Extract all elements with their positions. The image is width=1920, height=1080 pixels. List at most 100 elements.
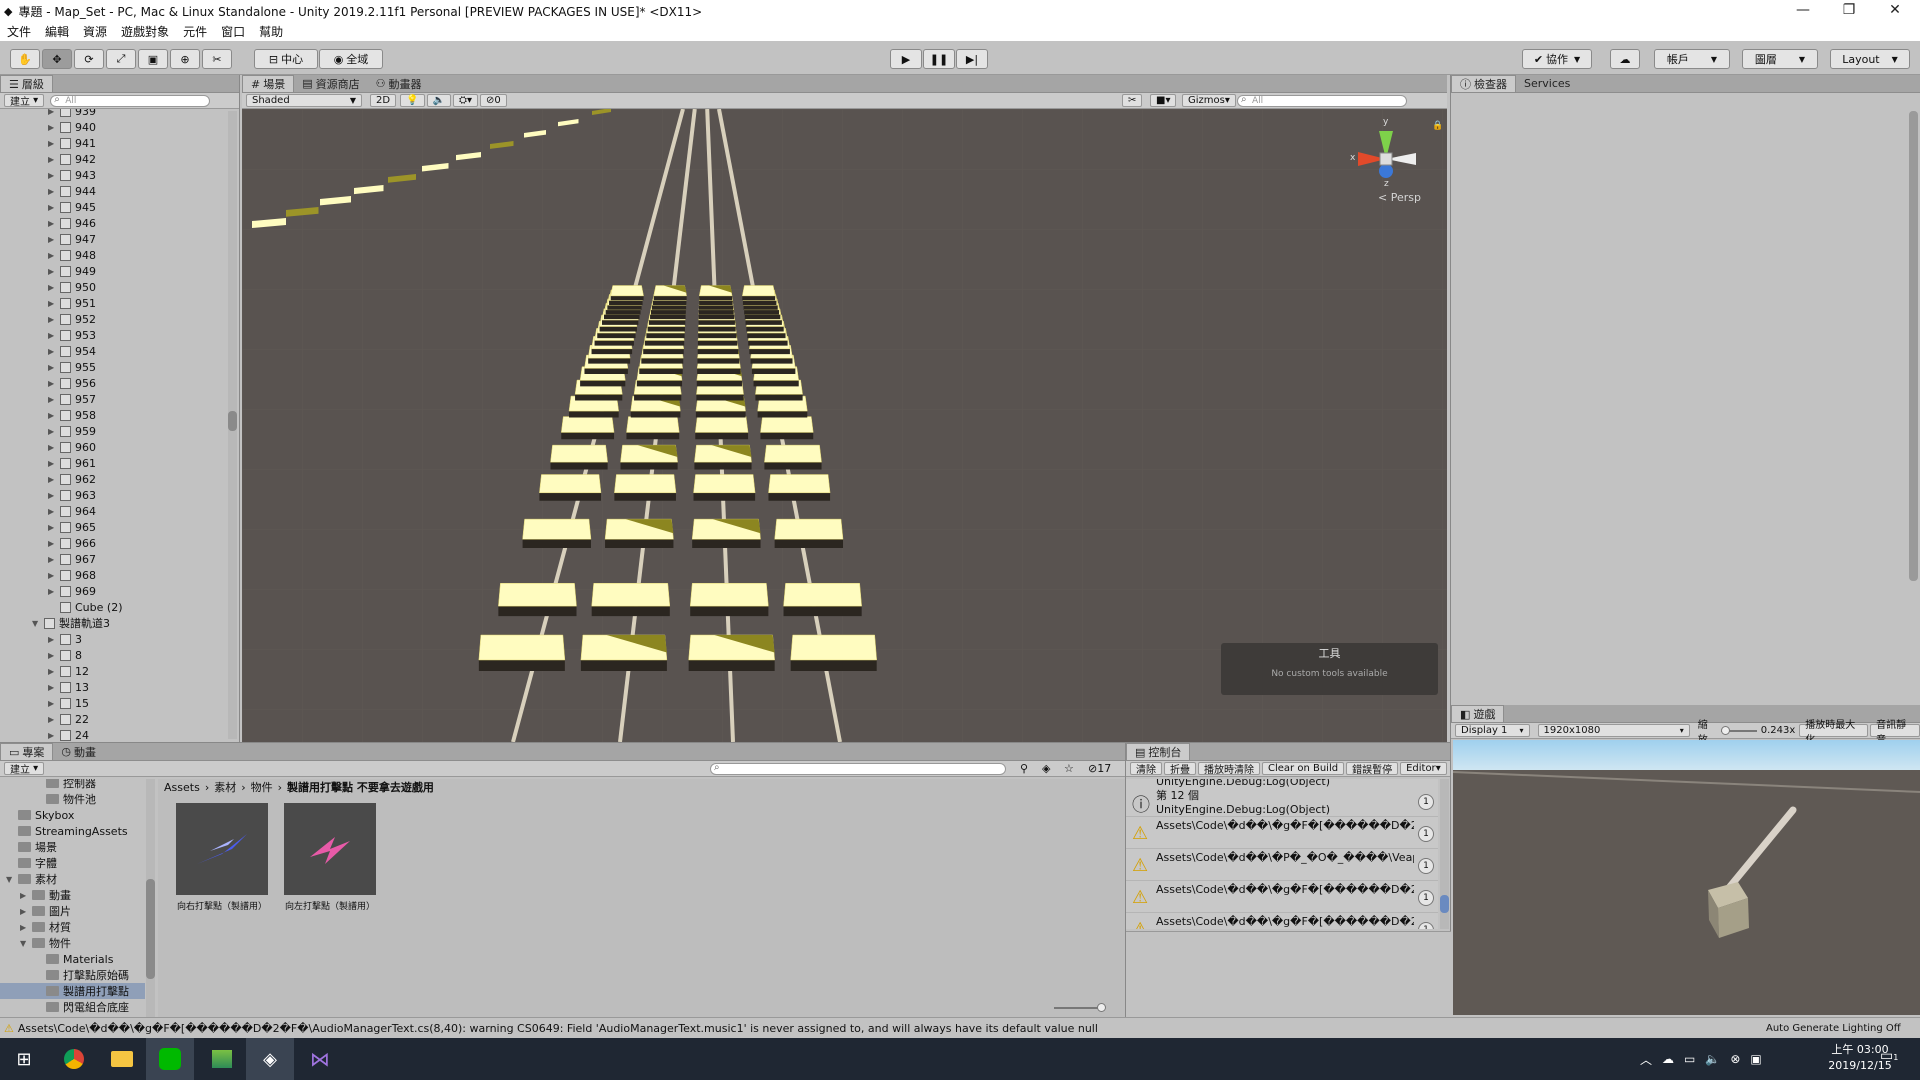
- project-create-dropdown[interactable]: 建立 ▾: [4, 762, 45, 776]
- hierarchy-item[interactable]: ▶ 941: [48, 135, 96, 151]
- console-entry[interactable]: ⓘ 第 12 個 UnityEngine.Debug:Log(Object) 1: [1126, 785, 1438, 817]
- collapsed-arrow-icon[interactable]: ▶: [48, 715, 58, 724]
- hierarchy-item[interactable]: ▶ 962: [48, 471, 96, 487]
- collapsed-arrow-icon[interactable]: ▶: [48, 459, 58, 468]
- hierarchy-item[interactable]: ▶ 15: [48, 695, 89, 711]
- account-dropdown[interactable]: 帳戶 ▼: [1654, 49, 1730, 69]
- pause-button[interactable]: ❚❚: [923, 49, 955, 69]
- hierarchy-item[interactable]: ▶ 965: [48, 519, 96, 535]
- project-folder[interactable]: ▼ 素材: [0, 871, 145, 887]
- hierarchy-item[interactable]: ▶ 951: [48, 295, 96, 311]
- hierarchy-item[interactable]: ▶ 942: [48, 151, 96, 167]
- display-dropdown[interactable]: Display 1 ▾: [1455, 724, 1530, 737]
- breadcrumb-assets[interactable]: Assets: [164, 781, 200, 794]
- hierarchy-item[interactable]: ▶ 3: [48, 631, 82, 647]
- visual-studio-taskbar-button[interactable]: ⋈: [296, 1038, 344, 1080]
- menu-component[interactable]: 元件: [176, 23, 214, 40]
- collapsed-arrow-icon[interactable]: ▶: [48, 539, 58, 548]
- ime-icon[interactable]: ▣: [1750, 1052, 1761, 1066]
- tray-expand-icon[interactable]: ︿: [1640, 1051, 1652, 1068]
- hierarchy-search[interactable]: All: [50, 94, 211, 107]
- collapsed-arrow-icon[interactable]: ▶: [48, 363, 58, 372]
- tab-game[interactable]: ◧ 遊戲: [1451, 705, 1505, 722]
- tab-project[interactable]: ▭ 專案: [0, 743, 54, 760]
- hierarchy-item[interactable]: ▶ 969: [48, 583, 96, 599]
- collapsed-arrow-icon[interactable]: ▶: [48, 267, 58, 276]
- hierarchy-item[interactable]: ▶ 960: [48, 439, 96, 455]
- collapsed-arrow-icon[interactable]: ▶: [48, 109, 58, 116]
- collapsed-arrow-icon[interactable]: ▶: [48, 443, 58, 452]
- hidden-packages-icon[interactable]: ⊘17: [1088, 762, 1111, 775]
- expand-arrow-icon[interactable]: ▼: [6, 875, 16, 884]
- tab-animation[interactable]: ◷ 動畫: [53, 743, 104, 760]
- menu-help[interactable]: 幫助: [252, 23, 290, 40]
- hierarchy-item[interactable]: ▶ 963: [48, 487, 96, 503]
- clear-button[interactable]: 清除: [1130, 762, 1162, 776]
- hierarchy-item[interactable]: ▶ 24: [48, 727, 89, 742]
- hierarchy-item[interactable]: ▶ 22: [48, 711, 89, 727]
- hierarchy-item[interactable]: ▶ 946: [48, 215, 96, 231]
- collapsed-arrow-icon[interactable]: ▶: [48, 331, 58, 340]
- close-button[interactable]: ✕: [1872, 0, 1918, 22]
- hierarchy-scrollbar[interactable]: [228, 111, 237, 739]
- collapsed-arrow-icon[interactable]: ▶: [48, 427, 58, 436]
- collapsed-arrow-icon[interactable]: ▶: [48, 555, 58, 564]
- hidden-objects-toggle[interactable]: ⊘ 0: [480, 94, 507, 107]
- tab-hierarchy[interactable]: ☰ 層級: [0, 75, 53, 92]
- inspector-scrollbar[interactable]: [1909, 111, 1918, 581]
- collapsed-arrow-icon[interactable]: ▶: [48, 731, 58, 740]
- minimize-button[interactable]: —: [1780, 0, 1826, 22]
- tab-inspector[interactable]: ⓘ 檢查器: [1451, 75, 1516, 92]
- collapsed-arrow-icon[interactable]: ▶: [48, 123, 58, 132]
- collapsed-arrow-icon[interactable]: ▶: [48, 699, 58, 708]
- hierarchy-item[interactable]: ▶ 952: [48, 311, 96, 327]
- hierarchy-item[interactable]: ▶ 950: [48, 279, 96, 295]
- hierarchy-item[interactable]: ▶ 955: [48, 359, 96, 375]
- game-viewport[interactable]: [1453, 740, 1920, 1015]
- chrome-taskbar-button[interactable]: [50, 1038, 98, 1080]
- collapsed-arrow-icon[interactable]: ▶: [48, 315, 58, 324]
- project-folder[interactable]: ▶ 材質: [0, 919, 145, 935]
- icon-size-slider[interactable]: [1054, 1003, 1106, 1012]
- collapsed-arrow-icon[interactable]: ▶: [48, 571, 58, 580]
- collapsed-arrow-icon[interactable]: ▶: [48, 347, 58, 356]
- transform-tool-button[interactable]: ⊕: [170, 49, 200, 69]
- hierarchy-item[interactable]: ▶ 940: [48, 119, 96, 135]
- global-toggle[interactable]: ◉ 全域: [319, 49, 383, 69]
- console-entry[interactable]: ⚠ Assets\Code\�d��\�g�F�[������D�2 1: [1126, 913, 1438, 929]
- menu-gameobject[interactable]: 遊戲對象: [114, 23, 176, 40]
- hierarchy-item[interactable]: ▼ 製譜軌道3: [32, 615, 110, 631]
- project-folder[interactable]: ▼ 物件: [0, 935, 145, 951]
- hierarchy-item[interactable]: ▶ 966: [48, 535, 96, 551]
- collab-dropdown[interactable]: ✔ 協作 ▼: [1522, 49, 1592, 69]
- notification-button[interactable]: ▭1: [1880, 1048, 1898, 1064]
- audio-toggle[interactable]: 🔈: [426, 94, 451, 107]
- collapsed-arrow-icon[interactable]: ▶: [48, 683, 58, 692]
- hierarchy-item[interactable]: ▶ 13: [48, 679, 89, 695]
- collapsed-arrow-icon[interactable]: ▶: [48, 251, 58, 260]
- status-bar[interactable]: ⚠ Assets\Code\�d��\�g�F�[������D�2�F�\Au…: [0, 1017, 1920, 1038]
- collapsed-arrow-icon[interactable]: ▶: [48, 587, 58, 596]
- expand-arrow-icon[interactable]: ▼: [20, 939, 30, 948]
- hierarchy-item[interactable]: ▶ 964: [48, 503, 96, 519]
- project-folder[interactable]: ▶ 圖片: [0, 903, 145, 919]
- label-icon[interactable]: ◈: [1042, 762, 1050, 775]
- hierarchy-item[interactable]: ▶ 967: [48, 551, 96, 567]
- tab-services[interactable]: Services: [1516, 75, 1578, 92]
- volume-icon[interactable]: 🔈: [1705, 1052, 1720, 1066]
- slider-knob[interactable]: [1097, 1003, 1106, 1012]
- line-taskbar-button[interactable]: [146, 1038, 194, 1080]
- menu-file[interactable]: 文件: [0, 23, 38, 40]
- maximize-on-play-toggle[interactable]: 播放時最大化: [1799, 720, 1869, 746]
- scale-tool-button[interactable]: ⤢: [106, 49, 136, 69]
- collapsed-arrow-icon[interactable]: ▶: [48, 475, 58, 484]
- project-folder[interactable]: StreamingAssets: [0, 823, 145, 839]
- project-folder[interactable]: 控制器: [0, 779, 145, 791]
- collapsed-arrow-icon[interactable]: ▶: [48, 283, 58, 292]
- expand-arrow-icon[interactable]: ▶: [20, 891, 30, 900]
- hierarchy-item[interactable]: ▶ 945: [48, 199, 96, 215]
- hand-tool-button[interactable]: ✋: [10, 49, 40, 69]
- hierarchy-item[interactable]: ▶ 939: [48, 109, 96, 119]
- tab-animator[interactable]: ⚇ 動畫器: [368, 75, 430, 92]
- scale-slider[interactable]: [1720, 725, 1757, 735]
